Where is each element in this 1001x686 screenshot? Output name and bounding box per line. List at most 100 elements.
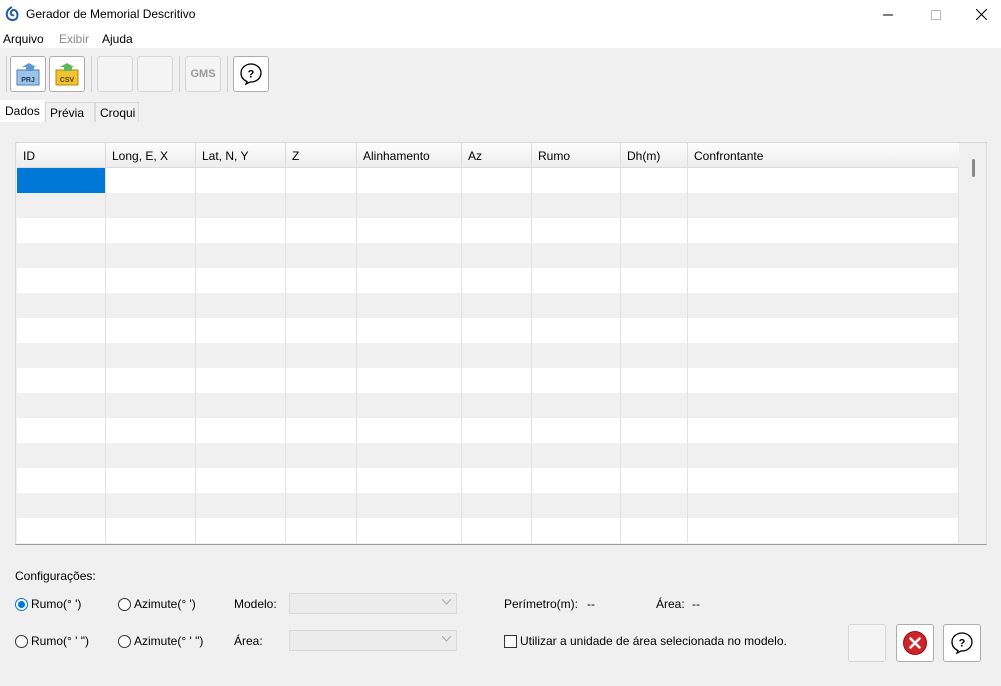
table-cell[interactable] bbox=[286, 518, 357, 543]
table-cell[interactable] bbox=[621, 468, 688, 493]
table-cell[interactable] bbox=[106, 243, 196, 268]
table-cell[interactable] bbox=[357, 193, 462, 218]
column-header-alinhamento[interactable]: Alinhamento bbox=[357, 143, 462, 168]
import-csv-button[interactable]: CSV bbox=[49, 56, 85, 92]
gms-button[interactable]: GMS bbox=[185, 56, 221, 92]
table-cell[interactable] bbox=[106, 418, 196, 443]
help-bottom-button[interactable]: ? bbox=[943, 624, 981, 662]
table-cell[interactable] bbox=[106, 168, 196, 193]
table-cell[interactable] bbox=[357, 243, 462, 268]
table-cell[interactable] bbox=[357, 393, 462, 418]
table-cell[interactable] bbox=[196, 468, 286, 493]
table-cell[interactable] bbox=[532, 418, 621, 443]
table-row[interactable] bbox=[17, 518, 959, 543]
table-cell[interactable] bbox=[17, 268, 106, 293]
table-row[interactable] bbox=[17, 493, 959, 518]
table-cell[interactable] bbox=[688, 493, 959, 518]
table-cell[interactable] bbox=[196, 318, 286, 343]
table-cell[interactable] bbox=[462, 468, 532, 493]
table-cell[interactable] bbox=[286, 443, 357, 468]
table-cell[interactable] bbox=[196, 393, 286, 418]
table-cell[interactable] bbox=[688, 393, 959, 418]
table-cell[interactable] bbox=[462, 268, 532, 293]
column-header-dh[interactable]: Dh(m) bbox=[621, 143, 688, 168]
column-header-z[interactable]: Z bbox=[286, 143, 357, 168]
table-row[interactable] bbox=[17, 468, 959, 493]
table-cell[interactable] bbox=[106, 293, 196, 318]
tab-dados[interactable]: Dados bbox=[0, 100, 44, 122]
table-cell[interactable] bbox=[196, 518, 286, 543]
table-cell[interactable] bbox=[17, 418, 106, 443]
table-cell[interactable] bbox=[462, 368, 532, 393]
table-cell[interactable] bbox=[621, 443, 688, 468]
table-cell[interactable] bbox=[462, 168, 532, 193]
table-cell[interactable] bbox=[286, 368, 357, 393]
table-cell[interactable] bbox=[17, 193, 106, 218]
table-cell[interactable] bbox=[286, 168, 357, 193]
table-cell[interactable] bbox=[196, 493, 286, 518]
table-cell[interactable] bbox=[688, 218, 959, 243]
table-cell[interactable] bbox=[286, 268, 357, 293]
table-cell[interactable] bbox=[688, 318, 959, 343]
tab-croqui[interactable]: Croqui bbox=[95, 102, 139, 122]
menu-exibir[interactable]: Exibir bbox=[59, 32, 89, 46]
scrollbar-thumb[interactable] bbox=[972, 159, 975, 177]
table-cell[interactable] bbox=[17, 368, 106, 393]
table-cell[interactable] bbox=[106, 493, 196, 518]
table-cell[interactable] bbox=[106, 368, 196, 393]
table-cell[interactable] bbox=[462, 293, 532, 318]
table-cell[interactable] bbox=[532, 268, 621, 293]
table-cell[interactable] bbox=[286, 493, 357, 518]
table-cell[interactable] bbox=[462, 493, 532, 518]
table-cell[interactable] bbox=[532, 493, 621, 518]
table-cell[interactable] bbox=[17, 293, 106, 318]
cancel-button[interactable] bbox=[896, 624, 934, 662]
table-row[interactable] bbox=[17, 243, 959, 268]
table-cell[interactable] bbox=[532, 518, 621, 543]
vertical-scrollbar[interactable] bbox=[965, 143, 986, 544]
table-cell[interactable] bbox=[462, 318, 532, 343]
table-cell[interactable] bbox=[106, 393, 196, 418]
table-cell[interactable] bbox=[532, 293, 621, 318]
modelo-combobox[interactable] bbox=[289, 593, 457, 614]
table-row[interactable] bbox=[17, 393, 959, 418]
table-cell[interactable] bbox=[621, 268, 688, 293]
table-cell[interactable] bbox=[17, 393, 106, 418]
table-cell[interactable] bbox=[621, 168, 688, 193]
table-cell[interactable] bbox=[688, 368, 959, 393]
table-cell[interactable] bbox=[532, 468, 621, 493]
table-cell[interactable] bbox=[357, 293, 462, 318]
table-cell[interactable] bbox=[462, 193, 532, 218]
column-header-rumo[interactable]: Rumo bbox=[532, 143, 621, 168]
table-cell[interactable] bbox=[532, 243, 621, 268]
table-cell[interactable] bbox=[17, 443, 106, 468]
table-cell[interactable] bbox=[286, 468, 357, 493]
column-header-confrontante[interactable]: Confrontante bbox=[688, 143, 959, 168]
table-cell[interactable] bbox=[688, 243, 959, 268]
table-cell[interactable] bbox=[462, 393, 532, 418]
table-cell[interactable] bbox=[621, 343, 688, 368]
table-cell[interactable] bbox=[688, 268, 959, 293]
table-cell[interactable] bbox=[532, 343, 621, 368]
table-cell[interactable] bbox=[621, 393, 688, 418]
table-cell[interactable] bbox=[106, 318, 196, 343]
radio-azimute-dm[interactable]: Azimute(° ') bbox=[118, 597, 196, 611]
table-cell[interactable] bbox=[17, 168, 106, 193]
table-cell[interactable] bbox=[621, 418, 688, 443]
table-cell[interactable] bbox=[462, 418, 532, 443]
radio-azimute-dms[interactable]: Azimute(° ' ") bbox=[118, 634, 203, 648]
table-cell[interactable] bbox=[357, 468, 462, 493]
table-cell[interactable] bbox=[106, 343, 196, 368]
table-cell[interactable] bbox=[357, 418, 462, 443]
table-cell[interactable] bbox=[17, 343, 106, 368]
table-cell[interactable] bbox=[106, 218, 196, 243]
import-prj-button[interactable]: PRJ bbox=[10, 56, 46, 92]
empty-action-button[interactable] bbox=[848, 624, 886, 662]
table-cell[interactable] bbox=[532, 393, 621, 418]
table-cell[interactable] bbox=[286, 293, 357, 318]
table-cell[interactable] bbox=[106, 518, 196, 543]
table-row[interactable] bbox=[17, 368, 959, 393]
close-button[interactable] bbox=[958, 0, 1001, 29]
table-cell[interactable] bbox=[621, 243, 688, 268]
table-cell[interactable] bbox=[532, 443, 621, 468]
